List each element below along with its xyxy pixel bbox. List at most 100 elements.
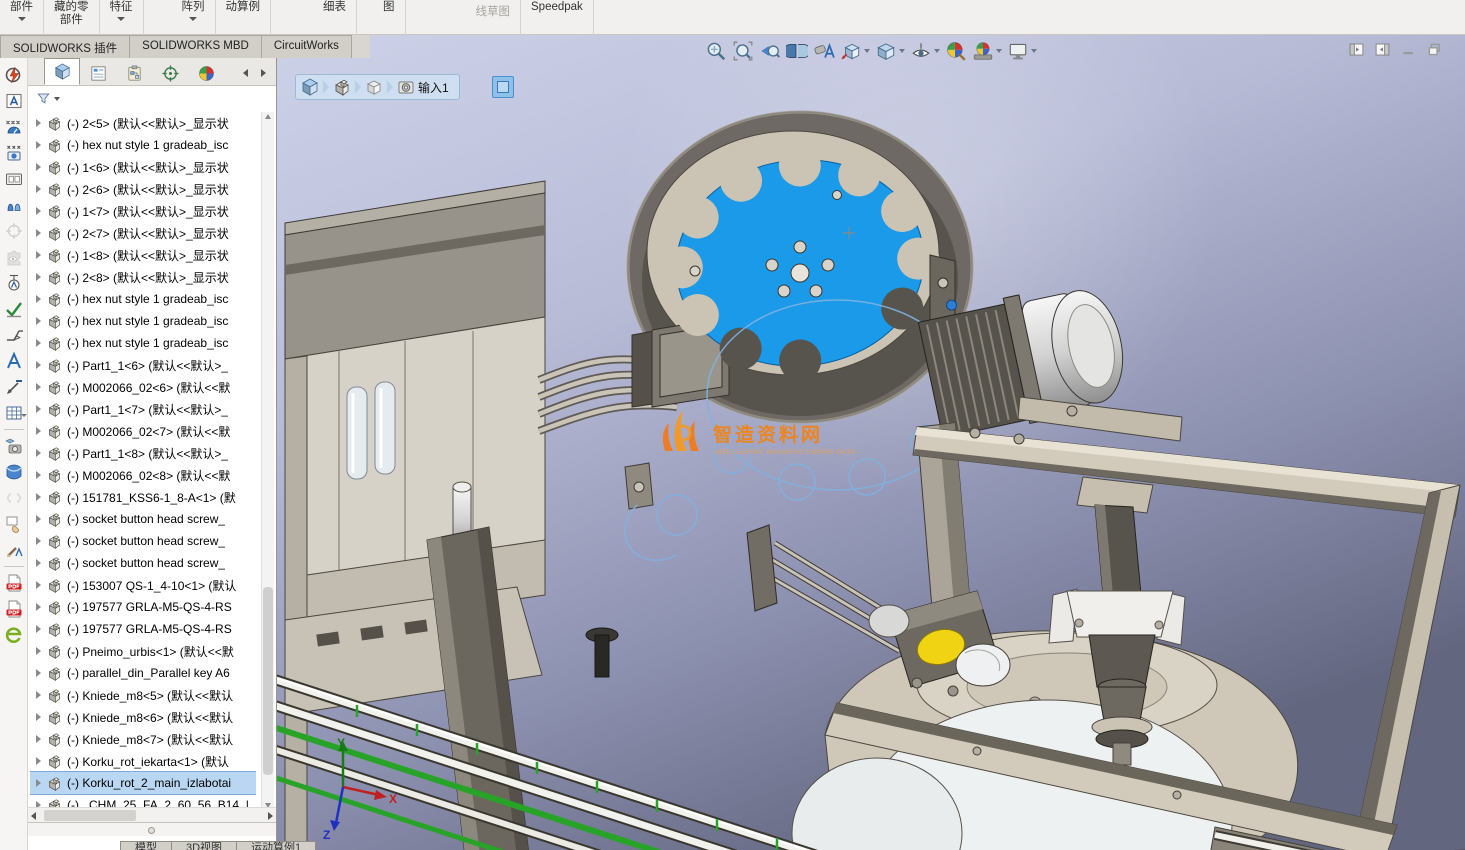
expand-arrow-icon[interactable] — [36, 449, 41, 457]
tree-vertical-scrollbar[interactable] — [261, 112, 274, 810]
selected-feature-chip[interactable] — [492, 76, 514, 98]
apply-scene-icon[interactable] — [972, 40, 1002, 62]
display-style-icon[interactable] — [875, 40, 905, 62]
tree-item[interactable]: (-) parallel_din_Parallel key A6 — [30, 662, 256, 684]
pattern-dimension-icon[interactable] — [2, 218, 26, 244]
command-tab[interactable]: SOLIDWORKS MBD — [129, 35, 261, 58]
expand-arrow-icon[interactable] — [36, 361, 41, 369]
expand-arrow-icon[interactable] — [36, 625, 41, 633]
bottom-tab[interactable]: 模型 — [120, 841, 171, 850]
ribbon-speedpak[interactable]: Speedpak — [521, 0, 594, 35]
tree-item[interactable]: (-) Part1_1<8> (默认<<默认>_ — [30, 442, 256, 464]
scroll-left-icon[interactable] — [31, 812, 36, 820]
tree-item[interactable]: (-) Part1_1<7> (默认<<默认>_ — [30, 398, 256, 420]
breadcrumb-feature-label[interactable]: 输入1 — [418, 79, 449, 96]
3d-viewport[interactable]: X Y Z 智造资料网 INTELLIGENT MANUFACTURING DA… — [277, 35, 1465, 850]
propertymanager-tab[interactable] — [80, 61, 116, 85]
panel-tab-scroll-right[interactable] — [257, 64, 270, 82]
publish-pdf-icon[interactable] — [2, 596, 26, 622]
expand-arrow-icon[interactable] — [36, 735, 41, 743]
tree-item[interactable]: (-) 197577 GRLA-M5-QS-4-RS — [30, 596, 256, 618]
expand-arrow-icon[interactable] — [36, 383, 41, 391]
tree-item[interactable]: (-) hex nut style 1 gradeab_isc — [30, 332, 256, 354]
leader-annotation-icon[interactable] — [2, 374, 26, 400]
drag-annotation-icon[interactable] — [2, 511, 26, 537]
tree-item[interactable]: (-) 1<6> (默认<<默认>_显示状 — [30, 156, 256, 178]
section-view-icon[interactable] — [786, 40, 808, 62]
expand-arrow-icon[interactable] — [36, 273, 41, 281]
part-icon[interactable] — [332, 77, 352, 97]
location-dimension-icon[interactable] — [2, 140, 26, 166]
expand-arrow-icon[interactable] — [36, 493, 41, 501]
dropdown-caret-icon[interactable] — [864, 49, 870, 53]
dropdown-caret-icon[interactable] — [54, 96, 60, 101]
size-dimension-icon[interactable] — [2, 114, 26, 140]
scrollbar-thumb[interactable] — [263, 586, 273, 776]
tree-horizontal-scrollbar[interactable] — [28, 807, 276, 822]
expand-arrow-icon[interactable] — [36, 779, 41, 787]
edit-appearance-icon[interactable] — [945, 40, 967, 62]
expand-arrow-icon[interactable] — [36, 713, 41, 721]
tree-item[interactable]: (-) 2<7> (默认<<默认>_显示状 — [30, 222, 256, 244]
tree-item[interactable]: (-) Kniede_m8<5> (默认<<默认 — [30, 684, 256, 706]
general-table-icon[interactable] — [2, 400, 27, 426]
body-icon[interactable] — [364, 77, 384, 97]
dropdown-caret-icon[interactable] — [899, 49, 905, 53]
zoom-fit-icon[interactable] — [705, 40, 727, 62]
expand-arrow-icon[interactable] — [36, 229, 41, 237]
expand-arrow-icon[interactable] — [36, 581, 41, 589]
tree-item[interactable]: (-) 153007 QS-1_4-10<1> (默认 — [30, 574, 256, 596]
publish-3d-pdf-icon[interactable] — [2, 570, 26, 596]
displaymanager-tab[interactable] — [188, 61, 224, 85]
tree-item[interactable]: (-) 1<7> (默认<<默认>_显示状 — [30, 200, 256, 222]
breadcrumb[interactable]: 输入1 — [295, 74, 460, 100]
datum-target-icon[interactable] — [2, 166, 26, 192]
model-break-view-icon[interactable] — [2, 485, 26, 511]
datum-a1-icon[interactable] — [2, 270, 26, 296]
3d-scene[interactable]: X Y Z 智造资料网 INTELLIGENT MANUFACTURING DA… — [277, 35, 1465, 850]
expand-arrow-icon[interactable] — [36, 405, 41, 413]
weld-symbol-icon[interactable] — [2, 322, 26, 348]
ribbon-show-hidden-components[interactable]: 藏的零 部件 — [44, 0, 100, 35]
capture-3d-view-icon[interactable] — [2, 433, 26, 459]
auto-dimension-icon[interactable] — [2, 62, 26, 88]
tree-item[interactable]: (-) Pneimo_urbis<1> (默认<<默 — [30, 640, 256, 662]
expand-arrow-icon[interactable] — [36, 691, 41, 699]
zoom-area-icon[interactable] — [732, 40, 754, 62]
expand-arrow-icon[interactable] — [36, 119, 41, 127]
tree-item[interactable]: (-) socket button head screw_ — [30, 552, 256, 574]
tree-item[interactable]: (-) Kniede_m8<6> (默认<<默认 — [30, 706, 256, 728]
tree-item[interactable]: (-) hex nut style 1 gradeab_isc — [30, 310, 256, 332]
tree-item[interactable]: (-) Part1_1<6> (默认<<默认>_ — [30, 354, 256, 376]
panel-splitter[interactable] — [28, 822, 276, 836]
tree-item[interactable]: (-) Korku_rot_2_main_izlabotai — [30, 771, 256, 795]
tree-item[interactable]: (-) M002066_02<6> (默认<<默 — [30, 376, 256, 398]
expand-arrow-icon[interactable] — [36, 471, 41, 479]
restore-icon[interactable] — [1426, 41, 1443, 63]
expand-arrow-icon[interactable] — [36, 141, 41, 149]
scroll-right-icon[interactable] — [268, 812, 273, 820]
ribbon-bill-of-materials[interactable]: 细表 — [313, 0, 357, 35]
tree-item[interactable]: (-) 2<8> (默认<<默认>_显示状 — [30, 266, 256, 288]
expand-arrow-icon[interactable] — [36, 317, 41, 325]
tree-item[interactable]: (-) Kniede_m8<7> (默认<<默认 — [30, 728, 256, 750]
datum-pair-icon[interactable] — [2, 192, 26, 218]
ribbon-assembly-features[interactable]: 特征 — [100, 0, 144, 35]
dimxpertmanager-tab[interactable] — [152, 61, 188, 85]
assembly-icon[interactable] — [300, 77, 320, 97]
expand-arrow-icon[interactable] — [36, 537, 41, 545]
imported-feature-icon[interactable] — [396, 77, 416, 97]
tree-item[interactable]: (-) M002066_02<7> (默认<<默 — [30, 420, 256, 442]
ribbon-explode-line-sketch[interactable]: 线草图 — [466, 0, 521, 35]
hide-annotations-icon[interactable] — [813, 40, 835, 62]
tree-item[interactable]: (-) socket button head screw_ — [30, 530, 256, 552]
ribbon-component-pattern[interactable]: 阵列 — [172, 0, 216, 35]
tree-item[interactable]: (-) hex nut style 1 gradeab_isc — [30, 288, 256, 310]
scrollbar-thumb[interactable] — [44, 810, 136, 821]
dropdown-caret-icon[interactable] — [1031, 49, 1037, 53]
expand-arrow-icon[interactable] — [36, 295, 41, 303]
expand-arrow-icon[interactable] — [36, 647, 41, 655]
tree-item[interactable]: (-) 2<5> (默认<<默认>_显示状 — [30, 112, 256, 134]
tree-item[interactable]: (-) Korku_rot_iekarta<1> (默认 — [30, 750, 256, 772]
dropdown-caret-icon[interactable] — [934, 49, 940, 53]
